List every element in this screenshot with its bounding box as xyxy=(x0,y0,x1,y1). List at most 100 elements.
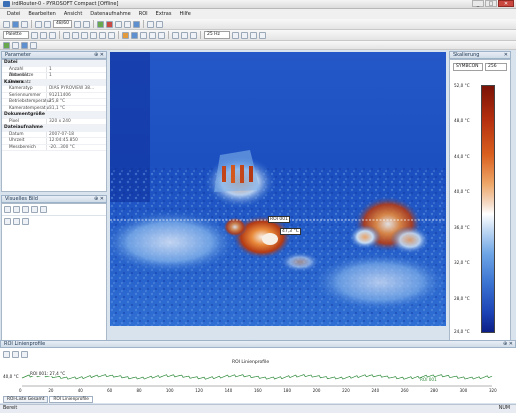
roi-rect-icon[interactable] xyxy=(90,31,97,39)
refresh-icon[interactable] xyxy=(232,31,239,39)
menu-bar: Datei Bearbeiten Ansicht Datenaufnahme R… xyxy=(0,9,516,19)
visual-zoom-icon[interactable] xyxy=(13,206,20,213)
thermal-hot-stripe xyxy=(240,165,244,183)
toolbar-separator xyxy=(92,20,94,28)
thermal-hotspot-core xyxy=(262,233,278,245)
first-frame-icon[interactable] xyxy=(35,20,42,28)
hotspot-icon[interactable] xyxy=(122,31,129,39)
scale-tick: 28,0 °C xyxy=(454,296,470,301)
help-icon[interactable] xyxy=(155,20,163,28)
view-visual-icon[interactable] xyxy=(12,41,19,49)
zoom-in-icon[interactable] xyxy=(31,31,38,39)
coldspot-icon[interactable] xyxy=(131,31,138,39)
title-bar: irdIRouter-0 - PYROSOFT Compact [Offline… xyxy=(0,0,516,9)
tab-roi-liste[interactable]: ROI-Liste Gesamt xyxy=(3,396,49,403)
visual-rotate-icon[interactable] xyxy=(31,206,38,213)
play-icon[interactable] xyxy=(96,20,104,28)
visual-mirror-icon[interactable] xyxy=(40,206,47,213)
settings-icon[interactable] xyxy=(146,20,154,28)
histogram-icon[interactable] xyxy=(149,31,156,39)
zoom-out-icon[interactable] xyxy=(40,31,47,39)
new-icon[interactable] xyxy=(3,20,10,28)
minimize-button[interactable]: _ xyxy=(472,0,484,7)
menu-ansicht[interactable]: Ansicht xyxy=(64,11,82,17)
thermal-warm-spot xyxy=(390,226,430,254)
profile-x-tick: 20 xyxy=(48,388,54,393)
view-thermal-icon[interactable] xyxy=(3,41,10,49)
thermal-image[interactable]: ROI 001 47,3 °C xyxy=(110,52,446,326)
visual-blend-icon[interactable] xyxy=(22,218,29,225)
visual-align-icon[interactable] xyxy=(4,218,11,225)
grid-icon[interactable] xyxy=(190,31,197,39)
color-scale-bar[interactable] xyxy=(481,85,495,333)
app-icon xyxy=(3,1,10,7)
pin-icon[interactable]: ⊕ ✕ xyxy=(94,52,104,58)
export-icon[interactable] xyxy=(250,31,257,39)
profile-x-tick: 60 xyxy=(107,388,113,393)
scale-tick: 40,0 °C xyxy=(454,189,470,194)
roi-ellipse-icon[interactable] xyxy=(99,31,106,39)
properties-panel-title: Parameter ⊕ ✕ xyxy=(1,51,107,59)
profile-x-tick: 100 xyxy=(165,388,174,393)
scale-tick: 52,0 °C xyxy=(454,83,470,88)
palette-select[interactable]: Palette xyxy=(3,31,29,39)
scale-tick: 24,0 °C xyxy=(454,329,470,334)
roi-label[interactable]: ROI 001 xyxy=(268,216,291,223)
profile-x-tick: 80 xyxy=(136,388,142,393)
maximize-button[interactable]: □ xyxy=(485,0,497,7)
scale-panel-title: Skalierung ✕ xyxy=(449,51,511,59)
prop-row: Messbereich -20...300 °C xyxy=(2,144,106,151)
profile-x-tick: 320 xyxy=(489,388,497,393)
pin-icon[interactable]: ✕ xyxy=(504,52,508,58)
menu-extras[interactable]: Extras xyxy=(156,11,172,17)
scale-tick: 48,0 °C xyxy=(454,118,470,123)
record-icon[interactable] xyxy=(105,20,113,28)
pin-icon[interactable]: ⊕ ✕ xyxy=(94,196,104,202)
report-icon[interactable] xyxy=(241,31,248,39)
thermal-cool-region xyxy=(310,252,446,312)
stop-icon[interactable] xyxy=(114,20,122,28)
roi-polygon-icon[interactable] xyxy=(108,31,115,39)
num-indicator: NUM xyxy=(498,406,510,411)
menu-bearbeiten[interactable]: Bearbeiten xyxy=(28,11,55,17)
palette-controls: SYMBCON 256 xyxy=(453,63,507,71)
view-split-icon[interactable] xyxy=(30,41,37,49)
prev-frame-icon[interactable] xyxy=(44,20,51,28)
visual-load-icon[interactable] xyxy=(4,206,11,213)
mirror-icon[interactable] xyxy=(181,31,188,39)
open-icon[interactable] xyxy=(12,20,19,28)
menu-roi[interactable]: ROI xyxy=(139,11,148,17)
roi-value-label: 47,3 °C xyxy=(280,228,301,235)
tab-roi-linienprofile[interactable]: ROI Linienprofile xyxy=(49,396,93,403)
snapshot-icon[interactable] xyxy=(132,20,140,28)
menu-datenaufnahme[interactable]: Datenaufnahme xyxy=(90,11,130,17)
profile-x-tick: 240 xyxy=(371,388,380,393)
visual-fit-icon[interactable] xyxy=(22,206,29,213)
view-fusion-icon[interactable] xyxy=(21,41,28,49)
levels-select[interactable]: 256 xyxy=(485,63,507,71)
rotate-icon[interactable] xyxy=(172,31,179,39)
rate-select[interactable]: 25 Hz xyxy=(204,31,230,39)
isotherm-icon[interactable] xyxy=(140,31,147,39)
camera-icon[interactable] xyxy=(123,20,131,28)
next-frame-icon[interactable] xyxy=(73,20,81,28)
fit-icon[interactable] xyxy=(49,31,56,39)
thermal-image-canvas[interactable] xyxy=(110,52,446,326)
last-frame-icon[interactable] xyxy=(82,20,90,28)
visual-overlay-icon[interactable] xyxy=(13,218,20,225)
close-button[interactable]: ✕ xyxy=(498,0,514,7)
profile-x-tick: 0 xyxy=(19,388,22,393)
roi-line-icon[interactable] xyxy=(81,31,88,39)
pointer-icon[interactable] xyxy=(63,31,70,39)
menu-datei[interactable]: Datei xyxy=(7,11,20,17)
print-icon[interactable] xyxy=(259,31,266,39)
palette-select[interactable]: SYMBCON xyxy=(453,63,483,71)
profile-icon[interactable] xyxy=(158,31,165,39)
thermal-hot-stripe xyxy=(249,166,253,182)
menu-hilfe[interactable]: Hilfe xyxy=(179,11,190,17)
window-title: irdIRouter-0 - PYROSOFT Compact [Offline… xyxy=(12,1,119,7)
frame-counter[interactable]: 48/60 xyxy=(53,20,72,28)
roi-point-icon[interactable] xyxy=(72,31,79,39)
save-icon[interactable] xyxy=(21,20,28,28)
visual-toolbar-2 xyxy=(2,216,106,227)
